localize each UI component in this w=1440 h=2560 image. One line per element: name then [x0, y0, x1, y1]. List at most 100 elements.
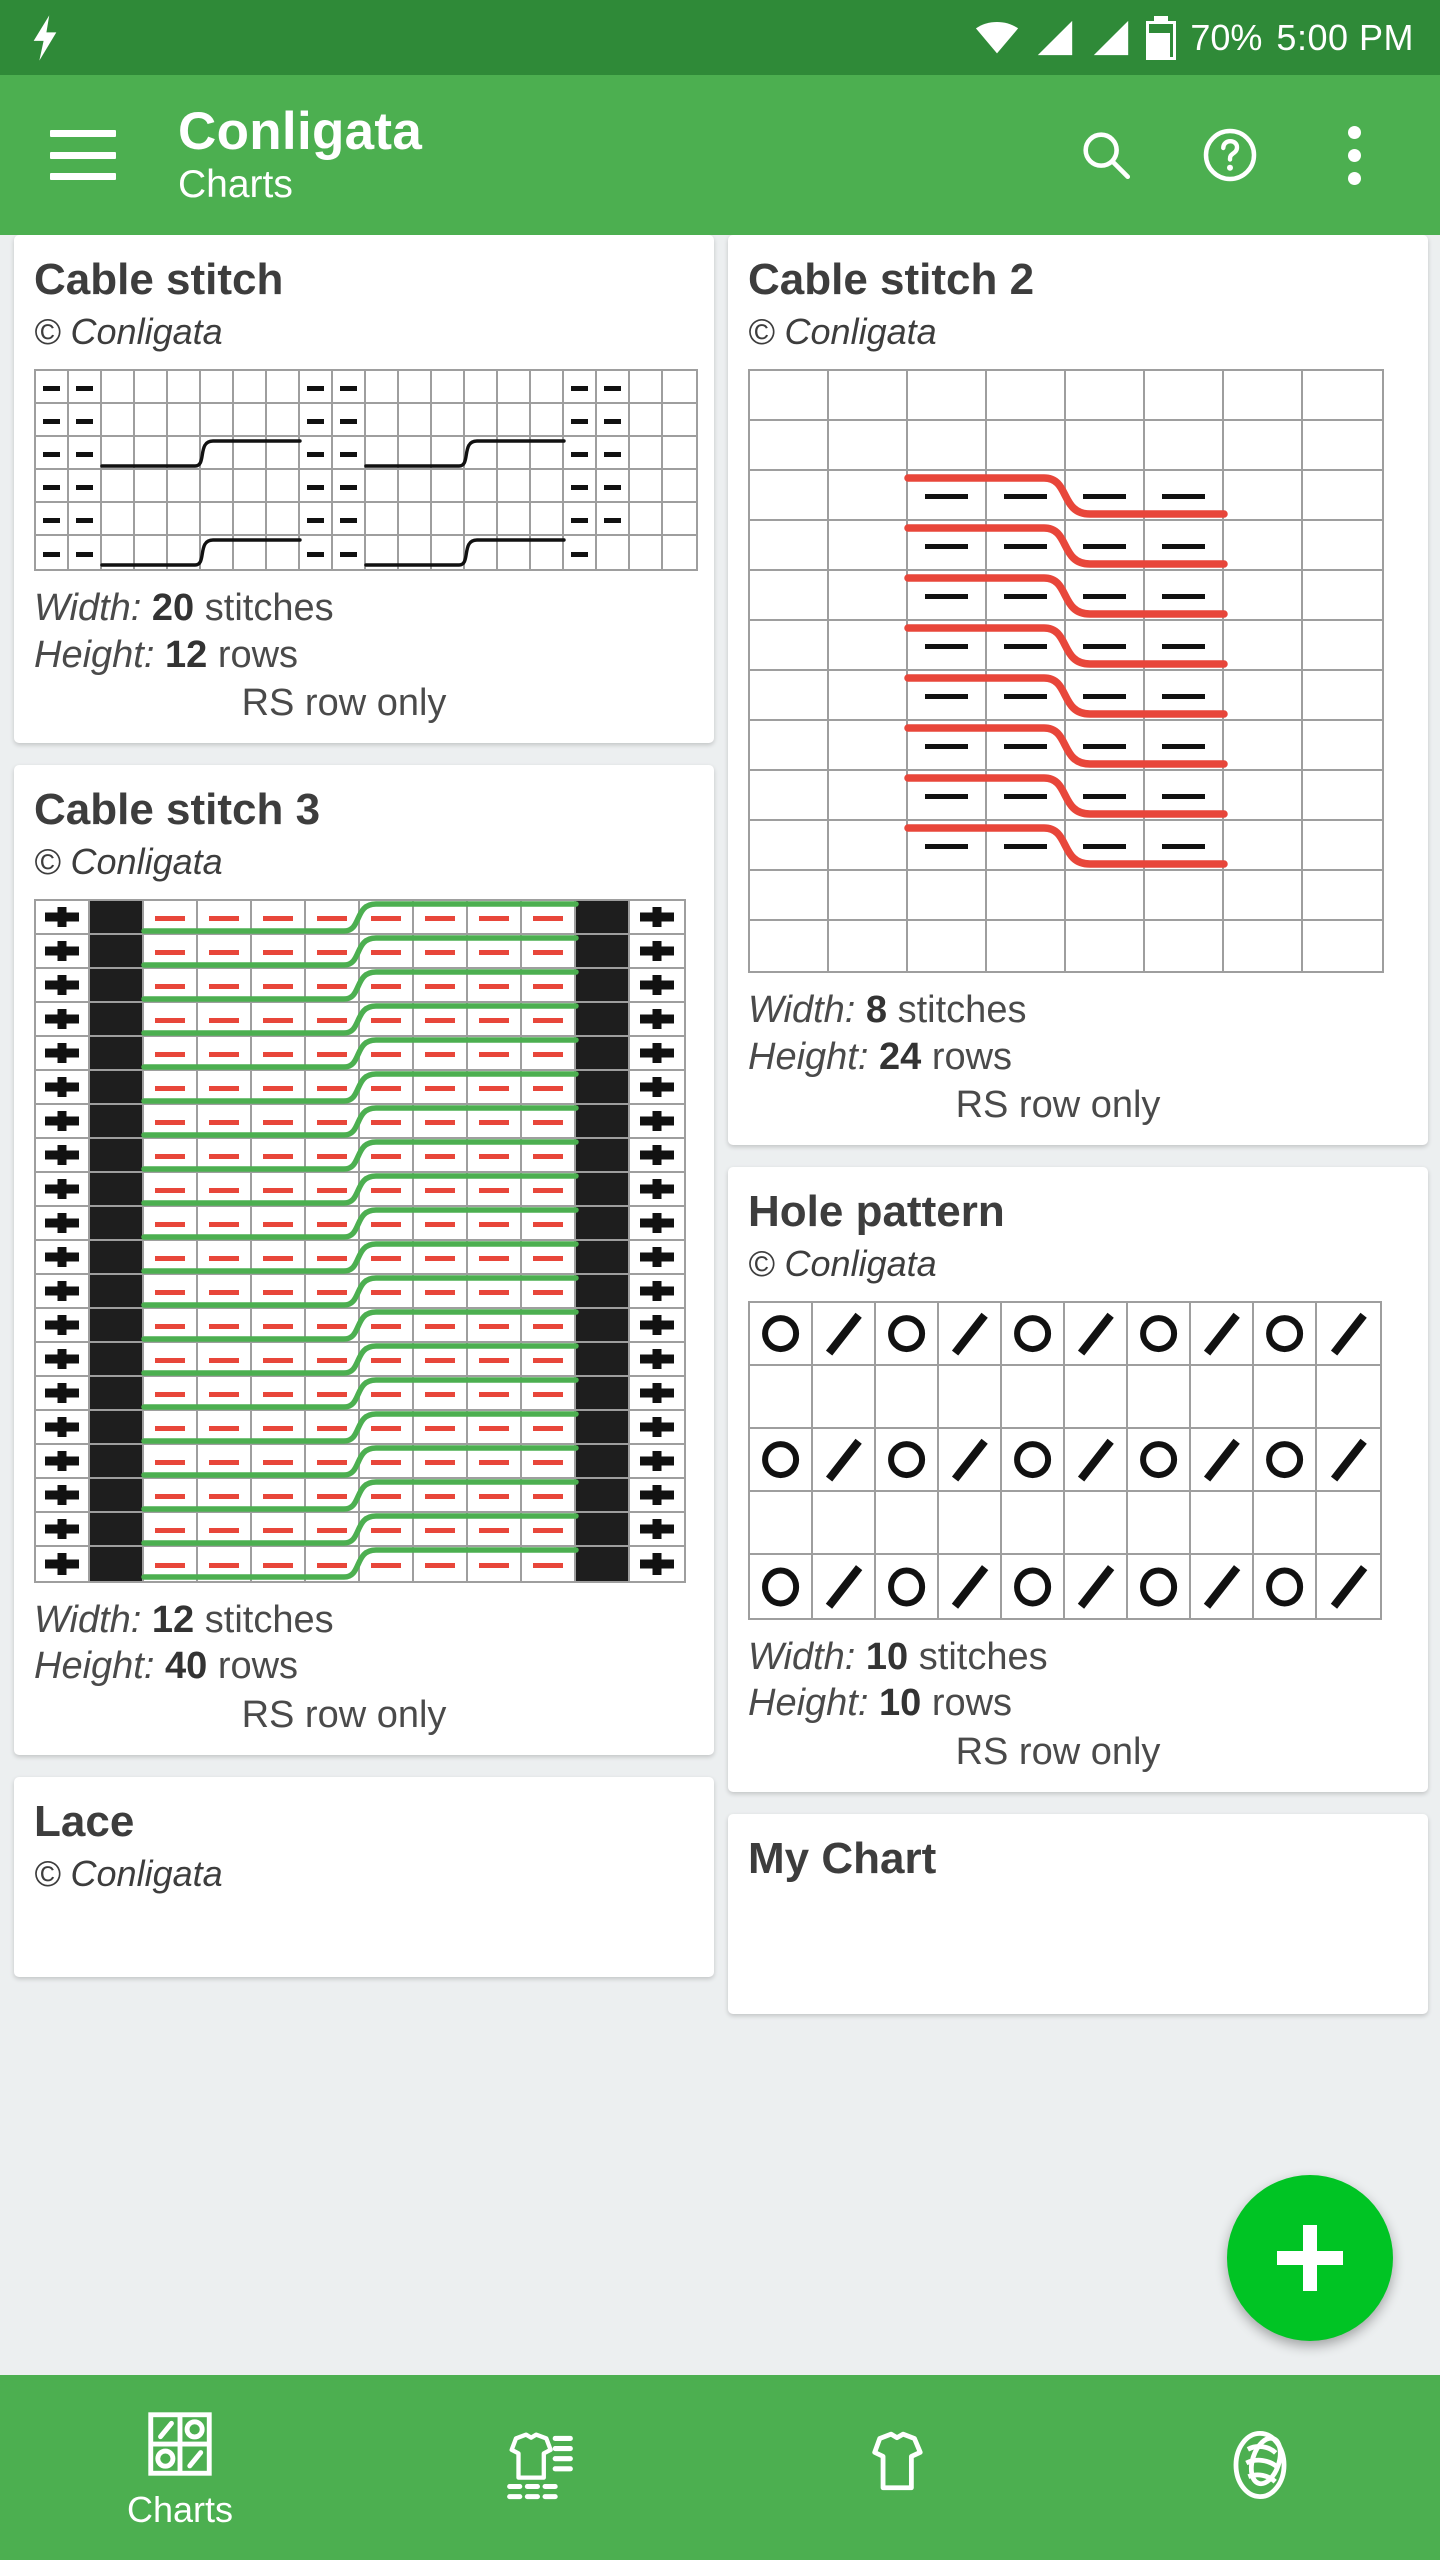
chart-cell: [69, 536, 102, 570]
chart-cell: [1066, 921, 1145, 972]
chart-cell: [252, 901, 306, 936]
chart-card[interactable]: My Chart: [728, 1813, 1428, 2014]
chart-cell: [252, 1547, 306, 1582]
add-chart-fab[interactable]: [1227, 2175, 1393, 2341]
chart-cell: [306, 1241, 360, 1276]
chart-cell: [300, 437, 333, 471]
chart-card[interactable]: Lace © Conligata: [14, 1776, 714, 1977]
purl-stitch-icon: [155, 1426, 185, 1432]
chart-cell: [360, 1241, 414, 1276]
chart-cell: [908, 421, 987, 472]
purl-stitch-icon: [533, 1324, 563, 1330]
plus-stitch-icon: [630, 901, 684, 933]
plus-stitch-icon: [36, 1037, 88, 1069]
chart-cell: [36, 1139, 90, 1174]
chart-cell: [468, 1037, 522, 1072]
chart-cell: [366, 536, 399, 570]
chart-cell: [414, 1411, 468, 1446]
chart-cell: [252, 935, 306, 970]
yarn-over-icon: [761, 1440, 800, 1479]
purl-stitch-icon: [42, 517, 61, 523]
plus-stitch-icon: [36, 1173, 88, 1205]
chart-cell: [432, 503, 465, 537]
chart-cell: [360, 901, 414, 936]
purl-stitch-icon: [1161, 493, 1206, 499]
chart-cell: [306, 1139, 360, 1174]
hamburger-menu-icon[interactable]: [50, 130, 116, 180]
chart-cell: [987, 771, 1066, 822]
chart-cell: [522, 969, 576, 1004]
chart-cell: [522, 1343, 576, 1378]
purl-stitch-icon: [1161, 543, 1206, 549]
chart-cell: [630, 1139, 684, 1174]
nav-item-measurements[interactable]: [360, 2375, 720, 2560]
chart-card[interactable]: Cable stitch © Conligata Width: 20 stitc…: [14, 235, 714, 743]
chart-cell: [1066, 671, 1145, 722]
purl-stitch-icon: [209, 1222, 239, 1228]
chart-cell: [69, 437, 102, 471]
purl-stitch-icon: [1161, 843, 1206, 849]
chart-cell: [522, 1207, 576, 1242]
chart-cell: [750, 571, 829, 622]
chart-cell: [201, 437, 234, 471]
chart-cell: [522, 1547, 576, 1582]
chart-cell: [90, 969, 144, 1004]
chart-cell: [1145, 421, 1224, 472]
chart-cell: [531, 536, 564, 570]
chart-cell: [468, 1547, 522, 1582]
chart-cell: [576, 1241, 630, 1276]
purl-stitch-icon: [263, 1290, 293, 1296]
overflow-menu-button[interactable]: [1323, 124, 1385, 186]
chart-cell: [939, 1429, 1002, 1493]
purl-stitch-icon: [371, 1120, 401, 1126]
purl-stitch-icon: [306, 517, 325, 523]
purl-stitch-icon: [533, 1392, 563, 1398]
decrease-slant-icon: [1203, 1564, 1240, 1609]
plus-stitch-icon: [630, 935, 684, 967]
chart-cell: [198, 901, 252, 936]
chart-cell: [468, 1513, 522, 1548]
nav-item-garments[interactable]: [720, 2375, 1080, 2560]
purl-stitch-icon: [75, 484, 94, 490]
chart-cell: [36, 1377, 90, 1412]
chart-cell: [1002, 1555, 1065, 1619]
chart-cell: [750, 421, 829, 472]
chart-cell: [829, 671, 908, 722]
chart-cell: [750, 621, 829, 672]
purl-stitch-icon: [603, 385, 622, 391]
chart-cell: [102, 503, 135, 537]
purl-stitch-icon: [425, 1460, 455, 1466]
chart-cell: [468, 1071, 522, 1106]
search-icon: [1083, 132, 1131, 180]
purl-stitch-icon: [533, 1494, 563, 1500]
search-button[interactable]: [1075, 124, 1137, 186]
purl-stitch-icon: [924, 743, 969, 749]
chart-cell: [360, 1513, 414, 1548]
chart-cell: [252, 1241, 306, 1276]
chart-cell: [498, 371, 531, 405]
purl-stitch-icon: [924, 543, 969, 549]
chart-card[interactable]: Cable stitch 3 © Conligata Width: 12 sti…: [14, 764, 714, 1755]
chart-cell: [750, 721, 829, 772]
nav-item-yarn[interactable]: [1080, 2375, 1440, 2560]
chart-card[interactable]: Hole pattern © Conligata Width: 10 stitc…: [728, 1166, 1428, 1792]
chart-cell: [252, 1411, 306, 1446]
help-button[interactable]: [1199, 124, 1261, 186]
decrease-slant-icon: [1203, 1312, 1240, 1355]
chart-card[interactable]: Cable stitch 2 © Conligata Width: 8 stit…: [728, 235, 1428, 1145]
purl-stitch-icon: [371, 1392, 401, 1398]
purl-stitch-icon: [533, 1120, 563, 1126]
chart-cell: [144, 1411, 198, 1446]
yarn-over-icon: [1265, 1440, 1304, 1479]
chart-cell: [90, 1275, 144, 1310]
chart-list[interactable]: Cable stitch © Conligata Width: 20 stitc…: [0, 235, 1440, 2560]
chart-cell: [36, 1003, 90, 1038]
chart-cell: [360, 935, 414, 970]
chart-cell: [829, 721, 908, 772]
purl-stitch-icon: [479, 1086, 509, 1092]
chart-cell: [90, 1411, 144, 1446]
chart-cell: [1224, 521, 1303, 572]
nav-item-charts[interactable]: Charts: [0, 2375, 360, 2560]
purl-stitch-icon: [317, 1358, 347, 1364]
chart-cell: [333, 503, 366, 537]
